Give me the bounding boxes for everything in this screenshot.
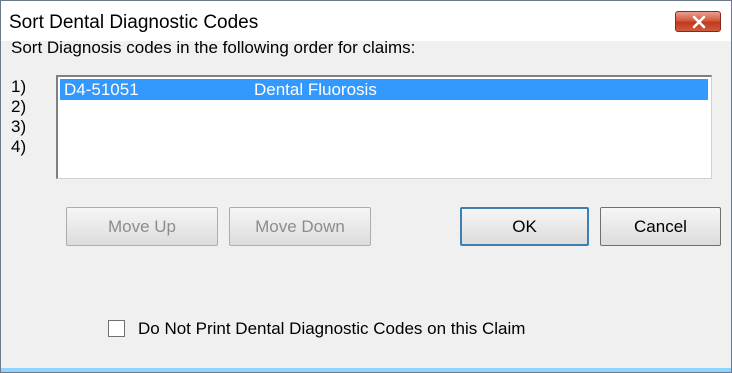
diagnosis-description: Dental Fluorosis <box>254 80 377 99</box>
instruction-text: Sort Diagnosis codes in the following or… <box>11 38 416 57</box>
row-number: 1) <box>11 77 27 96</box>
diagnosis-code: D4-51051 <box>64 80 139 99</box>
list-item[interactable]: D4-51051 Dental Fluorosis <box>60 79 708 100</box>
window-title: Sort Dental Diagnostic Codes <box>9 12 259 33</box>
do-not-print-label[interactable]: Do Not Print Dental Diagnostic Codes on … <box>138 319 525 339</box>
do-not-print-checkbox[interactable] <box>108 320 125 337</box>
dialog-window: Sort Dental Diagnostic Codes Sort Diagno… <box>0 0 732 373</box>
row-numbers: 1) 2) 3) 4) <box>11 77 31 157</box>
move-up-button[interactable]: Move Up <box>66 207 218 246</box>
row-number: 2) <box>11 97 27 116</box>
cancel-button[interactable]: Cancel <box>600 207 721 246</box>
row-number: 3) <box>11 117 27 136</box>
move-down-button[interactable]: Move Down <box>229 207 371 246</box>
diagnosis-code-list[interactable]: D4-51051 Dental Fluorosis <box>56 75 712 179</box>
close-button[interactable] <box>675 11 721 32</box>
close-icon <box>692 15 706 29</box>
ok-button[interactable]: OK <box>460 207 589 246</box>
title-bar: Sort Dental Diagnostic Codes <box>1 1 731 41</box>
window-bottom-edge <box>1 368 731 372</box>
row-number: 4) <box>11 137 27 156</box>
